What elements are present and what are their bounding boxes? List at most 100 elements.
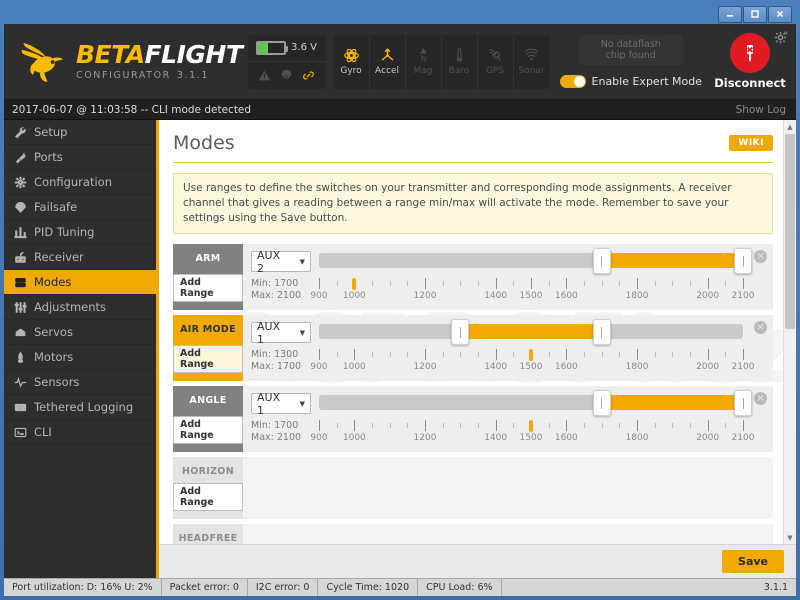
scale-tick — [690, 281, 691, 286]
scale-tick — [372, 423, 373, 428]
remove-range-button[interactable]: × — [754, 392, 767, 405]
sidebar-item-cli[interactable]: CLI — [4, 420, 156, 445]
scale-tick — [425, 420, 426, 431]
settings-button[interactable] — [773, 30, 788, 49]
sidebar-item-adjustments[interactable]: Adjustments — [4, 295, 156, 320]
sidebar-item-motors[interactable]: Motors — [4, 345, 156, 370]
sonar-icon — [524, 48, 539, 61]
scale-tick — [654, 423, 656, 428]
expert-mode-label: Enable Expert Mode — [591, 75, 702, 88]
scale-tick — [336, 423, 338, 428]
servo-icon — [14, 326, 27, 339]
scale-tick — [601, 281, 603, 286]
maximize-button[interactable] — [743, 5, 767, 23]
sidebar-item-setup[interactable]: Setup — [4, 120, 156, 145]
add-range-button[interactable]: Add Range — [173, 416, 243, 444]
range-slider[interactable] — [319, 319, 743, 345]
scale-tick — [513, 423, 515, 428]
save-button[interactable]: Save — [722, 550, 784, 573]
scale-tick — [672, 352, 674, 357]
scale-tick — [619, 281, 621, 286]
add-range-button[interactable]: Add Range — [173, 483, 243, 511]
range-slider[interactable] — [319, 390, 752, 416]
mag-icon: N — [419, 48, 427, 63]
link-icon[interactable] — [302, 69, 315, 82]
channel-value-marker — [529, 420, 533, 432]
scale-tick — [690, 352, 691, 357]
show-log-link[interactable]: Show Log — [736, 104, 786, 116]
minimize-button[interactable] — [718, 5, 742, 23]
wiki-button[interactable]: WIKI — [729, 135, 773, 151]
scale-tick — [566, 349, 568, 360]
sidebar-item-failsafe[interactable]: Failsafe — [4, 195, 156, 220]
receiver-icon — [14, 251, 27, 264]
scale-tick — [548, 281, 550, 286]
baro-icon — [456, 48, 462, 62]
slider-handle-min[interactable] — [592, 390, 611, 416]
app-body: Setup Ports Configuration Failsafe PID Tunin… — [4, 120, 796, 578]
mode-row-body — [243, 524, 773, 544]
slider-handle-max[interactable] — [592, 319, 611, 345]
mode-row-body: AUX 2 ▼ Min: 1700 Max: 2100 900 1000 1200 1400 1… — [243, 244, 773, 310]
sliders-icon — [14, 226, 27, 239]
sidebar-item-ports[interactable]: Ports — [4, 145, 156, 170]
scale-tick — [548, 352, 550, 357]
sidebar-item-pid-tuning[interactable]: PID Tuning — [4, 220, 156, 245]
scale-tick-label: 1800 — [625, 362, 649, 372]
usb-disconnect-icon[interactable] — [730, 33, 770, 73]
range-slider[interactable] — [319, 248, 752, 274]
scale-tick-label: 1600 — [554, 433, 578, 443]
scale-tick-label: 1500 — [519, 291, 543, 301]
add-range-button[interactable]: Add Range — [173, 274, 243, 302]
slider-range-fill — [601, 395, 743, 410]
channel-select[interactable]: AUX 2 ▼ — [251, 249, 311, 275]
range-minmax: Min: 1700 Max: 2100 — [251, 420, 311, 446]
scale-tick — [407, 281, 409, 286]
app-client-area: BETAFLIGHT CONFIGURATOR 3.1.1 3.6 V Gyro… — [4, 24, 796, 596]
channel-select[interactable]: AUX 1 ▼ — [251, 391, 311, 417]
slider-handle-min[interactable] — [451, 319, 470, 345]
status-cell: I2C error: 0 — [248, 579, 319, 596]
status-icon-group — [248, 62, 326, 89]
scale-tick — [637, 420, 638, 431]
sidebar-item-receiver[interactable]: Receiver — [4, 245, 156, 270]
sidebar-item-configuration[interactable]: Configuration — [4, 170, 156, 195]
gear-icon — [774, 31, 788, 44]
add-range-button[interactable]: Add Range — [173, 345, 243, 373]
scale-tick-label: 2000 — [696, 433, 720, 443]
scale-tick-label: 1600 — [554, 362, 578, 372]
scale-tick — [442, 281, 444, 286]
scale-tick-label: 900 — [310, 433, 328, 443]
sidebar-item-servos[interactable]: Servos — [4, 320, 156, 345]
scale-tick-label: 1200 — [413, 291, 437, 301]
mode-name: ARM — [195, 253, 221, 264]
mode-row: ANGLE Add Range AUX 1 ▼ Min: 1700 Max: 2100 90… — [173, 386, 773, 452]
scale-tick — [707, 349, 709, 360]
remove-range-button[interactable]: × — [754, 321, 767, 334]
expert-mode-row[interactable]: Enable Expert Mode — [559, 75, 702, 88]
sidebar-item-tethered-logging[interactable]: Tethered Logging — [4, 395, 156, 420]
sidebar-item-modes[interactable]: Modes — [4, 270, 156, 295]
scale-tick — [619, 423, 621, 428]
scale-tick — [495, 420, 497, 431]
expert-mode-toggle[interactable] — [559, 75, 586, 88]
scale-tick — [584, 281, 585, 286]
scroll-up-arrow[interactable]: ▲ — [784, 120, 796, 133]
slider-handle-max[interactable] — [734, 390, 752, 416]
slider-handle-min[interactable] — [592, 248, 611, 274]
channel-select[interactable]: AUX 1 ▼ — [251, 320, 311, 346]
scale-tick — [442, 423, 444, 428]
disconnect-label: Disconnect — [714, 76, 786, 90]
sensor-label: Gyro — [340, 66, 362, 76]
mode-label-cell: ANGLE Add Range — [173, 386, 243, 452]
scroll-thumb[interactable] — [785, 134, 795, 329]
scale-tick — [460, 423, 462, 428]
close-button[interactable] — [768, 5, 792, 23]
sidebar-item-sensors[interactable]: Sensors — [4, 370, 156, 395]
scroll-down-arrow[interactable]: ▼ — [784, 531, 796, 544]
vertical-scrollbar[interactable]: ▲ ▼ — [783, 120, 796, 544]
slider-handle-max[interactable] — [734, 248, 752, 274]
mode-label-cell: AIR MODE Add Range — [173, 315, 243, 381]
remove-range-button[interactable]: × — [754, 250, 767, 263]
sidebar-item-label: CLI — [34, 425, 52, 439]
